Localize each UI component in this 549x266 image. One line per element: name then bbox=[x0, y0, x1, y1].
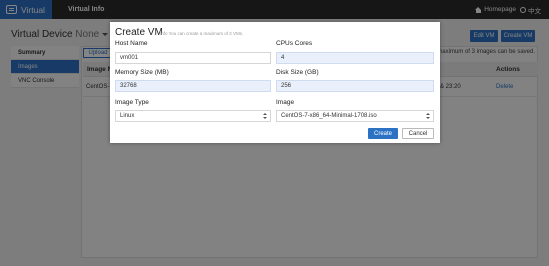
image-value: CentOS-7-x86_64-Minimal-1708.iso bbox=[281, 113, 377, 119]
select-arrows-icon bbox=[263, 113, 267, 120]
memory-size-label: Memory Size (MB) bbox=[115, 69, 169, 76]
select-arrows-icon bbox=[426, 113, 430, 120]
host-name-label: Host Name bbox=[115, 40, 148, 47]
host-name-input[interactable]: vm001 bbox=[115, 52, 271, 64]
image-type-value: Linux bbox=[120, 113, 135, 119]
dialog-title: Create VM bbox=[115, 27, 163, 38]
image-type-label: Image Type bbox=[115, 99, 149, 106]
disk-size-input[interactable]: 256 bbox=[276, 80, 434, 92]
cpu-cores-input[interactable]: 4 bbox=[276, 52, 434, 64]
cpu-cores-label: CPUs Cores bbox=[276, 40, 313, 47]
dialog-hint: Info You can create a maximum of 2 VMs. bbox=[160, 31, 244, 36]
create-vm-dialog: Create VM Info You can create a maximum … bbox=[110, 22, 440, 143]
create-button[interactable]: Create bbox=[368, 128, 398, 139]
image-label: Image bbox=[276, 99, 295, 106]
cancel-button[interactable]: Cancel bbox=[402, 128, 434, 139]
image-select[interactable]: CentOS-7-x86_64-Minimal-1708.iso bbox=[276, 110, 434, 122]
disk-size-label: Disk Size (GB) bbox=[276, 69, 319, 76]
memory-size-input[interactable]: 32768 bbox=[115, 80, 271, 92]
image-type-select[interactable]: Linux bbox=[115, 110, 271, 122]
